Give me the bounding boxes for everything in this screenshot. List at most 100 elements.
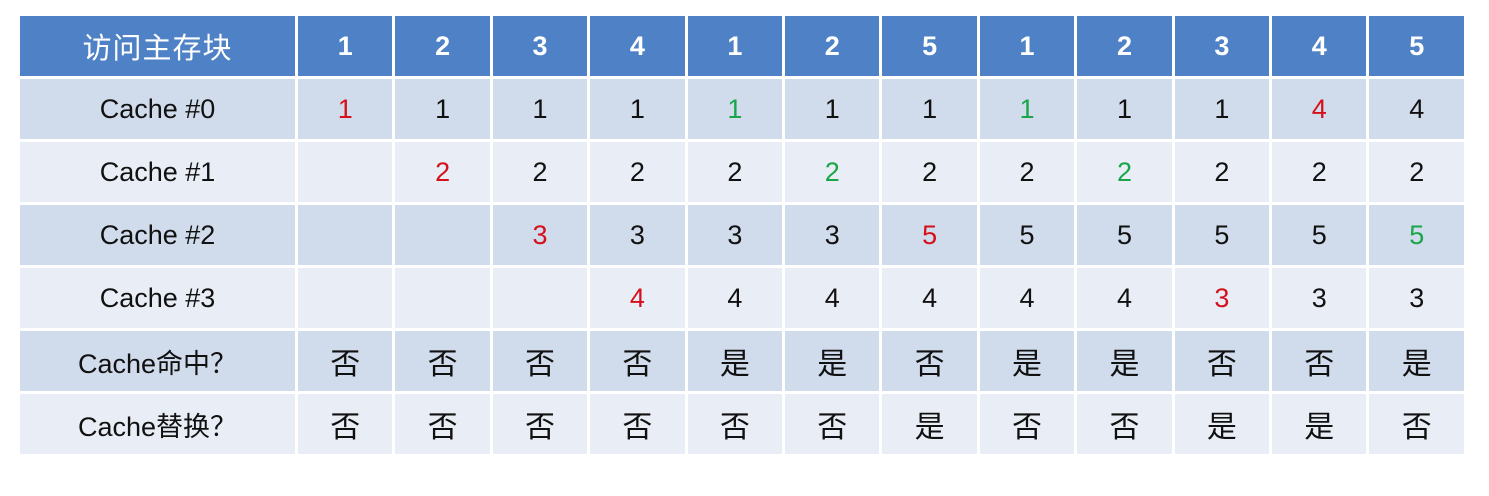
table-cell: 3 bbox=[1174, 268, 1270, 331]
table-cell: 1 bbox=[590, 79, 685, 142]
table-cell: 5 bbox=[1272, 205, 1367, 268]
table-cell: 5 bbox=[979, 205, 1075, 268]
header-block-9: 2 bbox=[1077, 16, 1172, 79]
table-cell: 否 bbox=[492, 394, 588, 457]
table-row: Cache #2 3 3 3 3 5 5 5 5 5 5 bbox=[20, 205, 1464, 268]
header-block-4: 4 bbox=[590, 16, 685, 79]
table-cell: 2 bbox=[1174, 142, 1270, 205]
row-label: Cache #3 bbox=[20, 268, 295, 331]
table-cell: 否 bbox=[1369, 394, 1464, 457]
table-cell: 是 bbox=[882, 394, 977, 457]
header-block-1: 1 bbox=[298, 16, 393, 79]
table-cell: 否 bbox=[395, 331, 490, 394]
cache-replacement-table: 访问主存块 123412512345 Cache #0 1 1 1 1 1 1 1 1 1 1 4 4 C… bbox=[17, 16, 1467, 457]
table-cell: 4 bbox=[687, 268, 783, 331]
table-cell: 3 bbox=[1369, 268, 1464, 331]
table-cell bbox=[395, 268, 490, 331]
table-cell: 否 bbox=[590, 331, 685, 394]
header-block-7: 5 bbox=[882, 16, 977, 79]
table-cell: 1 bbox=[1077, 79, 1172, 142]
table-cell: 否 bbox=[492, 331, 588, 394]
table-cell: 2 bbox=[1369, 142, 1464, 205]
header-row: 访问主存块 123412512345 bbox=[20, 16, 1464, 79]
table-cell: 否 bbox=[298, 394, 393, 457]
table-cell bbox=[298, 268, 393, 331]
table-cell: 否 bbox=[882, 331, 977, 394]
table-cell: 5 bbox=[882, 205, 977, 268]
table-cell: 1 bbox=[298, 79, 393, 142]
table-cell: 2 bbox=[687, 142, 783, 205]
header-block-3: 3 bbox=[492, 16, 588, 79]
header-label: 访问主存块 bbox=[20, 16, 295, 79]
table-cell: 2 bbox=[785, 142, 880, 205]
table-cell: 是 bbox=[687, 331, 783, 394]
table-cell: 3 bbox=[785, 205, 880, 268]
table-cell: 是 bbox=[979, 331, 1075, 394]
table-cell: 2 bbox=[1272, 142, 1367, 205]
table-cell: 1 bbox=[785, 79, 880, 142]
table-cell: 是 bbox=[1272, 394, 1367, 457]
table-cell: 2 bbox=[979, 142, 1075, 205]
table-cell bbox=[492, 268, 588, 331]
table-cell bbox=[395, 205, 490, 268]
header-block-6: 2 bbox=[785, 16, 880, 79]
table-row: Cache #0 1 1 1 1 1 1 1 1 1 1 4 4 bbox=[20, 79, 1464, 142]
row-label: Cache #2 bbox=[20, 205, 295, 268]
header-block-2: 2 bbox=[395, 16, 490, 79]
row-label: Cache命中？ bbox=[20, 331, 295, 394]
table-cell: 4 bbox=[1077, 268, 1172, 331]
table-cell: 1 bbox=[395, 79, 490, 142]
table-row: Cache命中？否否否否是是否是是否否是 bbox=[20, 331, 1464, 394]
table-cell: 1 bbox=[1174, 79, 1270, 142]
table-cell: 2 bbox=[590, 142, 685, 205]
table-cell: 否 bbox=[785, 394, 880, 457]
table-cell: 4 bbox=[785, 268, 880, 331]
table-body: Cache #0 1 1 1 1 1 1 1 1 1 1 4 4 Cache #1 2 2 2 2 2 2 2 2 2 2 2 C… bbox=[20, 79, 1464, 457]
table-cell: 4 bbox=[979, 268, 1075, 331]
header-block-11: 4 bbox=[1272, 16, 1367, 79]
table-cell: 是 bbox=[1077, 331, 1172, 394]
table-cell: 1 bbox=[687, 79, 783, 142]
header-block-5: 1 bbox=[687, 16, 783, 79]
table-cell: 否 bbox=[1174, 331, 1270, 394]
table-cell: 否 bbox=[979, 394, 1075, 457]
table-cell: 2 bbox=[395, 142, 490, 205]
table-cell: 3 bbox=[1272, 268, 1367, 331]
table-cell: 3 bbox=[492, 205, 588, 268]
table-cell: 否 bbox=[1077, 394, 1172, 457]
table-cell: 4 bbox=[1369, 79, 1464, 142]
table-cell: 否 bbox=[687, 394, 783, 457]
table-cell: 5 bbox=[1077, 205, 1172, 268]
table-cell: 否 bbox=[298, 331, 393, 394]
table-cell: 4 bbox=[1272, 79, 1367, 142]
header-block-10: 3 bbox=[1174, 16, 1270, 79]
table-cell: 1 bbox=[492, 79, 588, 142]
table-cell: 2 bbox=[1077, 142, 1172, 205]
table-cell: 2 bbox=[492, 142, 588, 205]
table-row: Cache替换？否否否否否否是否否是是否 bbox=[20, 394, 1464, 457]
table-cell: 3 bbox=[590, 205, 685, 268]
row-label: Cache替换？ bbox=[20, 394, 295, 457]
table-cell: 4 bbox=[882, 268, 977, 331]
table-cell: 是 bbox=[785, 331, 880, 394]
header-block-12: 5 bbox=[1369, 16, 1464, 79]
table-cell: 否 bbox=[590, 394, 685, 457]
row-label: Cache #0 bbox=[20, 79, 295, 142]
table-cell: 是 bbox=[1174, 394, 1270, 457]
table-row: Cache #1 2 2 2 2 2 2 2 2 2 2 2 bbox=[20, 142, 1464, 205]
table-cell: 5 bbox=[1369, 205, 1464, 268]
row-label: Cache #1 bbox=[20, 142, 295, 205]
table-cell: 是 bbox=[1369, 331, 1464, 394]
table-cell bbox=[298, 205, 393, 268]
table-cell: 否 bbox=[395, 394, 490, 457]
table-cell: 1 bbox=[979, 79, 1075, 142]
table-cell: 4 bbox=[590, 268, 685, 331]
header-block-8: 1 bbox=[979, 16, 1075, 79]
table-cell bbox=[298, 142, 393, 205]
table-cell: 否 bbox=[1272, 331, 1367, 394]
table-cell: 5 bbox=[1174, 205, 1270, 268]
table-row: Cache #3 4 4 4 4 4 4 3 3 3 bbox=[20, 268, 1464, 331]
table-cell: 2 bbox=[882, 142, 977, 205]
table-cell: 1 bbox=[882, 79, 977, 142]
table-cell: 3 bbox=[687, 205, 783, 268]
